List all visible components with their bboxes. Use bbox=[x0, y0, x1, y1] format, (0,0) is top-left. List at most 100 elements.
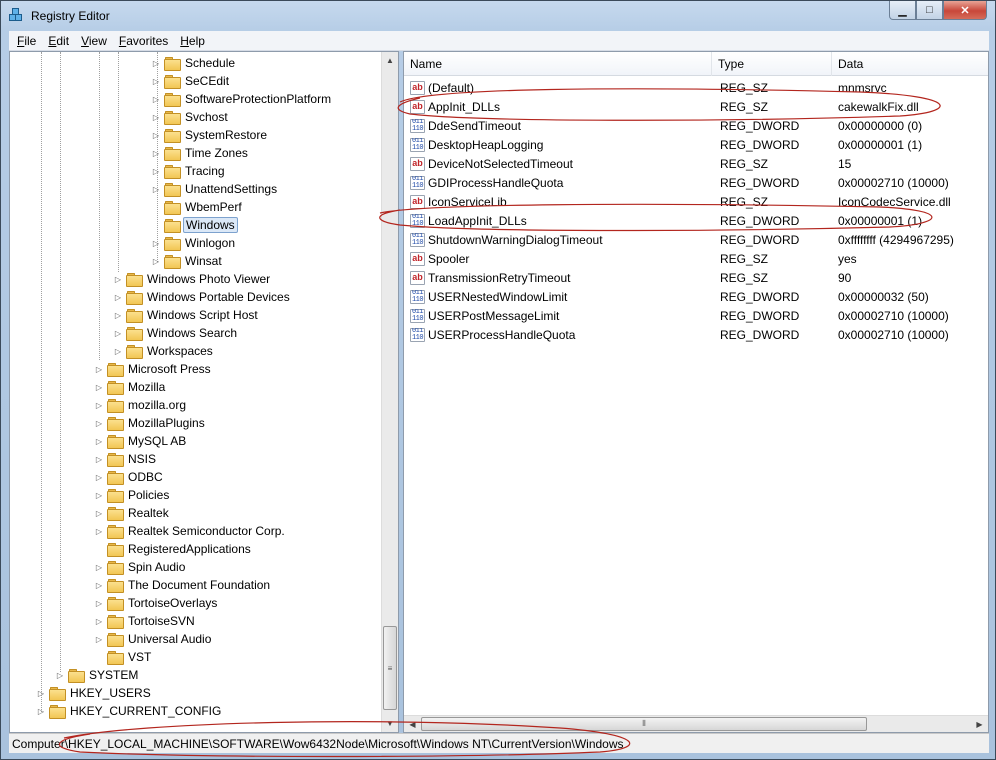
tree-item[interactable]: ▷ Policies bbox=[93, 486, 171, 504]
expand-arrow-icon[interactable]: ▷ bbox=[93, 396, 105, 414]
scroll-right-arrow-icon[interactable]: ▶ bbox=[971, 716, 988, 732]
tree-item[interactable]: ▷ Winlogon bbox=[150, 234, 237, 252]
tree-item[interactable]: ▷ SystemRestore bbox=[150, 126, 269, 144]
column-header-data[interactable]: Data bbox=[832, 52, 988, 76]
value-row[interactable]: ab TransmissionRetryTimeout REG_SZ 90 bbox=[404, 268, 988, 287]
tree-item[interactable]: ▷ Schedule bbox=[150, 54, 237, 72]
expand-arrow-icon[interactable]: ▷ bbox=[150, 252, 162, 270]
key-tree-pane[interactable]: ▷ Schedule ▷ SeCEdit ▷ SoftwareProtectionPlat… bbox=[9, 51, 399, 733]
scroll-left-arrow-icon[interactable]: ◀ bbox=[404, 716, 421, 732]
tree-item[interactable]: ▷ The Document Foundation bbox=[93, 576, 272, 594]
tree-item[interactable]: ▷ Windows Search bbox=[112, 324, 239, 342]
tree-item[interactable]: ▷ UnattendSettings bbox=[150, 180, 279, 198]
tree-item[interactable]: ▷ TortoiseOverlays bbox=[93, 594, 219, 612]
expand-arrow-icon[interactable]: ▷ bbox=[112, 306, 124, 324]
tree-item[interactable]: ▷ SoftwareProtectionPlatform bbox=[150, 90, 333, 108]
tree-item[interactable]: ▷ Tracing bbox=[150, 162, 227, 180]
tree-item[interactable]: ▷ MozillaPlugins bbox=[93, 414, 207, 432]
value-row[interactable]: ab Spooler REG_SZ yes bbox=[404, 249, 988, 268]
tree-item[interactable]: ▷ Time Zones bbox=[150, 144, 250, 162]
tree-item[interactable]: ▷ ODBC bbox=[93, 468, 165, 486]
value-row[interactable]: 011 110 DesktopHeapLogging REG_DWORD 0x0000… bbox=[404, 135, 988, 154]
tree-item[interactable]: WbemPerf bbox=[150, 198, 244, 216]
value-row[interactable]: 011 110 ShutdownWarningDialogTimeout REG_D… bbox=[404, 230, 988, 249]
expand-arrow-icon[interactable]: ▷ bbox=[54, 666, 66, 684]
expand-arrow-icon[interactable]: ▷ bbox=[93, 558, 105, 576]
expand-arrow-icon[interactable]: ▷ bbox=[150, 180, 162, 198]
expand-arrow-icon[interactable]: ▷ bbox=[112, 342, 124, 360]
tree-item[interactable]: Windows bbox=[150, 216, 238, 234]
menu-view[interactable]: View bbox=[75, 34, 113, 48]
value-row[interactable]: ab DeviceNotSelectedTimeout REG_SZ 15 bbox=[404, 154, 988, 173]
value-row[interactable]: 011 110 USERPostMessageLimit REG_DWORD 0x00… bbox=[404, 306, 988, 325]
tree-item[interactable]: VST bbox=[93, 648, 153, 666]
expand-arrow-icon[interactable]: ▷ bbox=[93, 576, 105, 594]
expand-arrow-icon[interactable]: ▷ bbox=[93, 450, 105, 468]
tree-item[interactable]: ▷ SYSTEM bbox=[54, 666, 140, 684]
tree-item[interactable]: ▷ Workspaces bbox=[112, 342, 215, 360]
value-row[interactable]: ab AppInit_DLLs REG_SZ cakewalkFix.dll bbox=[404, 97, 988, 116]
tree-item[interactable]: ▷ Realtek Semiconductor Corp. bbox=[93, 522, 287, 540]
tree-item[interactable]: ▷ HKEY_USERS bbox=[35, 684, 153, 702]
tree-item[interactable]: ▷ Svchost bbox=[150, 108, 230, 126]
expand-arrow-icon[interactable]: ▷ bbox=[150, 126, 162, 144]
column-header-type[interactable]: Type bbox=[712, 52, 832, 76]
column-header-name[interactable]: Name bbox=[404, 52, 712, 76]
tree-item[interactable]: ▷ Winsat bbox=[150, 252, 224, 270]
expand-arrow-icon[interactable]: ▷ bbox=[93, 414, 105, 432]
values-list-pane[interactable]: Name Type Data ab (Default) REG_SZ mnmsrvc a… bbox=[403, 51, 989, 733]
tree-item[interactable]: ▷ Windows Portable Devices bbox=[112, 288, 292, 306]
menu-edit[interactable]: Edit bbox=[42, 34, 75, 48]
tree-item[interactable]: ▷ Spin Audio bbox=[93, 558, 187, 576]
expand-arrow-icon[interactable]: ▷ bbox=[150, 144, 162, 162]
expand-arrow-icon[interactable]: ▷ bbox=[35, 684, 47, 702]
expand-arrow-icon[interactable]: ▷ bbox=[112, 270, 124, 288]
expand-arrow-icon[interactable]: ▷ bbox=[150, 234, 162, 252]
tree-item[interactable]: ▷ Mozilla bbox=[93, 378, 167, 396]
list-horizontal-scrollbar[interactable]: ◀ ⦀ ▶ bbox=[404, 715, 988, 732]
value-row[interactable]: 011 110 USERNestedWindowLimit REG_DWORD 0x0… bbox=[404, 287, 988, 306]
expand-arrow-icon[interactable]: ▷ bbox=[112, 288, 124, 306]
scroll-down-arrow-icon[interactable]: ▼ bbox=[382, 715, 398, 732]
value-row[interactable]: 011 110 DdeSendTimeout REG_DWORD 0x00000000… bbox=[404, 116, 988, 135]
value-row[interactable]: 011 110 GDIProcessHandleQuota REG_DWORD 0x0… bbox=[404, 173, 988, 192]
expand-arrow-icon[interactable]: ▷ bbox=[93, 522, 105, 540]
tree-item[interactable]: ▷ NSIS bbox=[93, 450, 158, 468]
tree-item[interactable]: ▷ mozilla.org bbox=[93, 396, 188, 414]
expand-arrow-icon[interactable]: ▷ bbox=[150, 90, 162, 108]
tree-item[interactable]: ▷ HKEY_CURRENT_CONFIG bbox=[35, 702, 223, 720]
tree-item[interactable]: ▷ SeCEdit bbox=[150, 72, 231, 90]
tree-vertical-scrollbar[interactable]: ▲ ≡ ▼ bbox=[381, 52, 398, 732]
tree-item[interactable]: ▷ Realtek bbox=[93, 504, 171, 522]
expand-arrow-icon[interactable]: ▷ bbox=[150, 162, 162, 180]
horizontal-scroll-thumb[interactable]: ⦀ bbox=[421, 717, 867, 731]
expand-arrow-icon[interactable]: ▷ bbox=[93, 594, 105, 612]
expand-arrow-icon[interactable]: ▷ bbox=[93, 612, 105, 630]
expand-arrow-icon[interactable]: ▷ bbox=[93, 432, 105, 450]
value-row[interactable]: ab IconServiceLib REG_SZ IconCodecService.d… bbox=[404, 192, 988, 211]
scroll-thumb[interactable]: ≡ bbox=[383, 626, 397, 710]
expand-arrow-icon[interactable]: ▷ bbox=[150, 108, 162, 126]
expand-arrow-icon[interactable]: ▷ bbox=[93, 378, 105, 396]
expand-arrow-icon[interactable]: ▷ bbox=[93, 468, 105, 486]
menu-favorites[interactable]: Favorites bbox=[113, 34, 174, 48]
menu-file[interactable]: File bbox=[11, 34, 42, 48]
expand-arrow-icon[interactable]: ▷ bbox=[93, 504, 105, 522]
expand-arrow-icon[interactable]: ▷ bbox=[35, 702, 47, 720]
title-bar[interactable]: Registry Editor ▁ □ ✕ bbox=[1, 1, 995, 31]
maximize-button[interactable]: □ bbox=[916, 1, 943, 20]
expand-arrow-icon[interactable]: ▷ bbox=[93, 630, 105, 648]
close-button[interactable]: ✕ bbox=[943, 1, 987, 20]
expand-arrow-icon[interactable]: ▷ bbox=[93, 486, 105, 504]
tree-item[interactable]: ▷ Windows Script Host bbox=[112, 306, 260, 324]
tree-item[interactable]: ▷ Windows Photo Viewer bbox=[112, 270, 272, 288]
tree-item[interactable]: ▷ MySQL AB bbox=[93, 432, 188, 450]
tree-item[interactable]: RegisteredApplications bbox=[93, 540, 253, 558]
scroll-up-arrow-icon[interactable]: ▲ bbox=[382, 52, 398, 69]
value-row[interactable]: ab (Default) REG_SZ mnmsrvc bbox=[404, 78, 988, 97]
expand-arrow-icon[interactable]: ▷ bbox=[112, 324, 124, 342]
tree-item[interactable]: ▷ Universal Audio bbox=[93, 630, 213, 648]
expand-arrow-icon[interactable]: ▷ bbox=[150, 72, 162, 90]
value-row[interactable]: 011 110 USERProcessHandleQuota REG_DWORD 0x… bbox=[404, 325, 988, 344]
menu-help[interactable]: Help bbox=[174, 34, 211, 48]
